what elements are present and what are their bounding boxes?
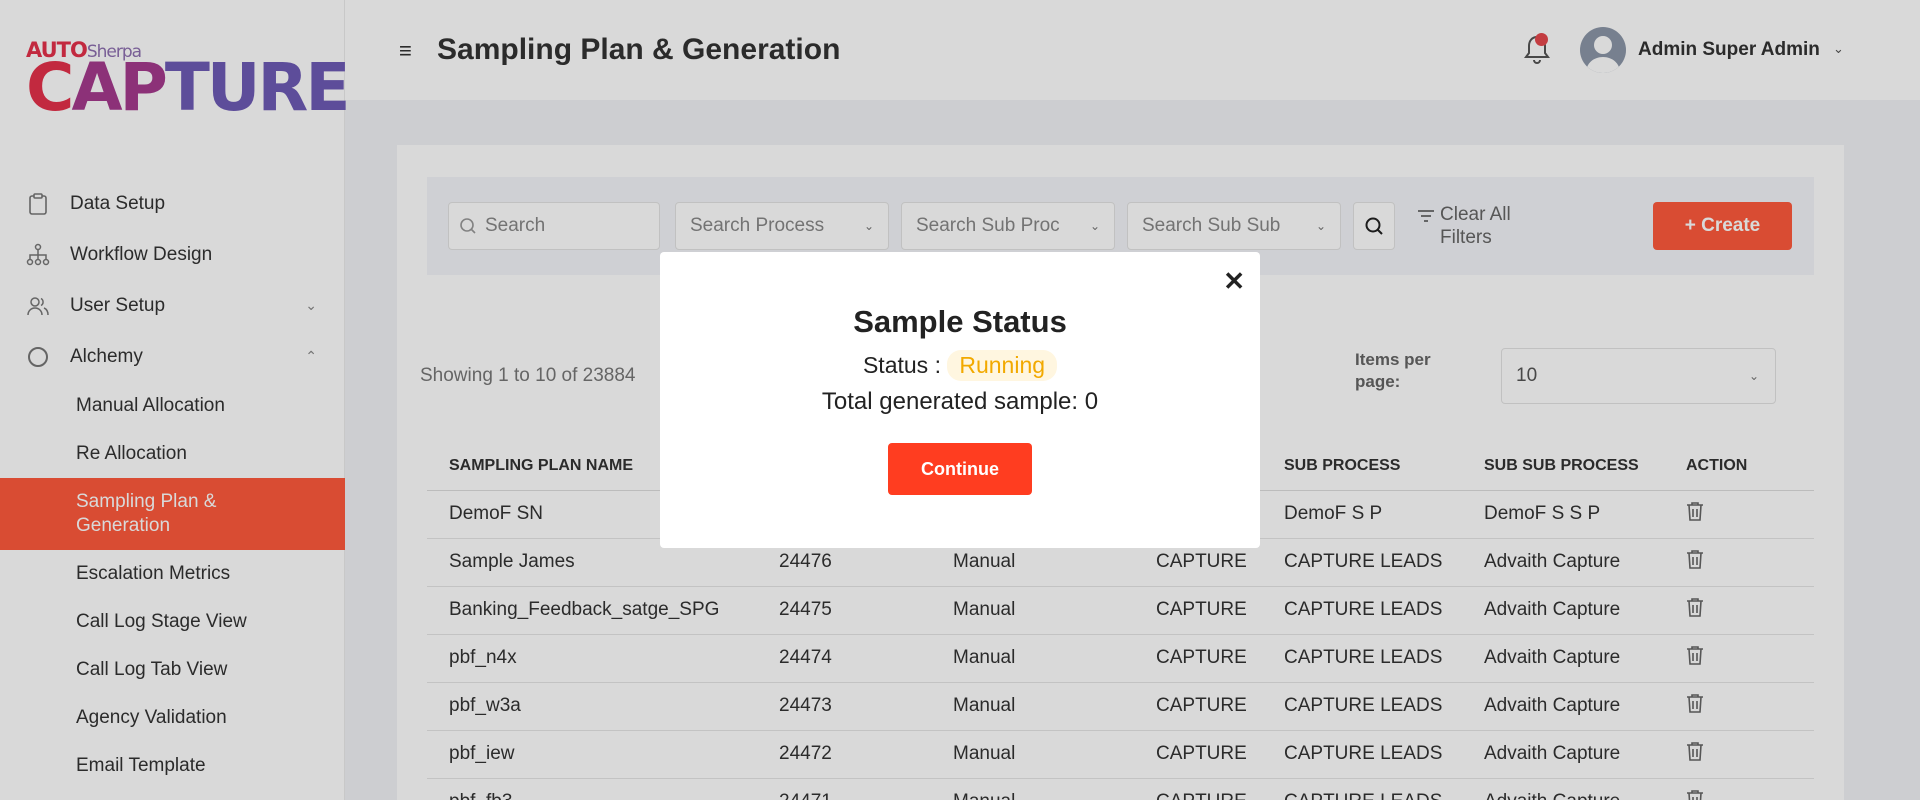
continue-label: Continue [921,458,999,479]
modal-status: Status : Running [660,350,1260,381]
sample-status-modal: ✕ Sample Status Status : Running Total g… [660,252,1260,548]
modal-title: Sample Status [853,304,1067,339]
total-generated-sample: Total generated sample: 0 [821,388,1099,415]
status-badge: Running [947,350,1058,381]
continue-button[interactable]: Continue [888,443,1032,495]
status-label: Status : [862,352,941,378]
close-icon[interactable]: ✕ [1223,266,1245,297]
